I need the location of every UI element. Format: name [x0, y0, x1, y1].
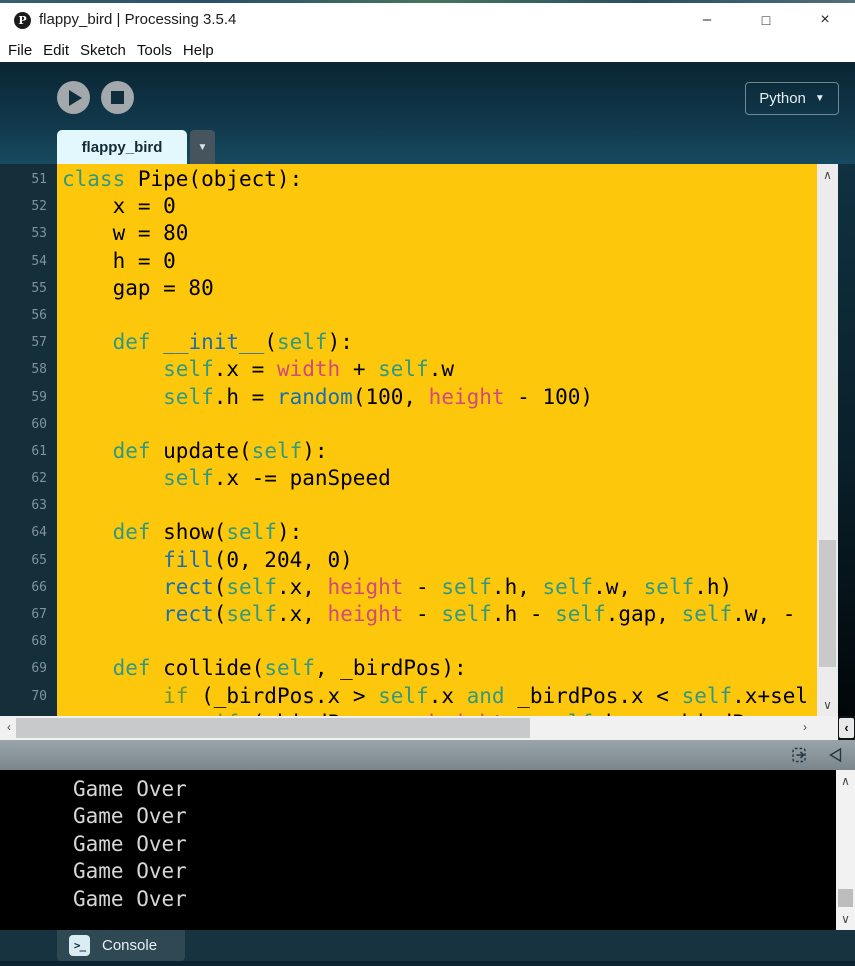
console-tab-bar: >_ Console: [0, 930, 855, 961]
editor-horizontal-scrollbar[interactable]: ‹ ›: [0, 716, 838, 740]
line-number: 59: [0, 384, 47, 411]
code-line: [62, 492, 817, 519]
scroll-down-icon[interactable]: ∨: [836, 912, 855, 926]
stop-icon: [111, 91, 124, 104]
code-line: x = 0: [62, 193, 817, 220]
mode-selector-button[interactable]: Python ▼: [745, 82, 839, 115]
line-number: 62: [0, 465, 47, 492]
close-button[interactable]: ×: [814, 9, 836, 31]
code-line: self.x -= panSpeed: [62, 465, 817, 492]
code-line: self.x = width + self.w: [62, 356, 817, 383]
run-button[interactable]: [57, 81, 90, 114]
line-number: 60: [0, 411, 47, 438]
collapse-console-icon[interactable]: [826, 745, 846, 765]
console-text: Game OverGame OverGame OverGame OverGame…: [0, 776, 187, 913]
mode-label: Python: [759, 90, 806, 107]
console-line: Game Over: [73, 803, 187, 830]
line-number: 68: [0, 628, 47, 655]
editor-status-strip: [0, 740, 855, 770]
window-title: flappy_bird | Processing 3.5.4: [39, 11, 236, 28]
play-icon: [69, 90, 82, 106]
line-number: 63: [0, 492, 47, 519]
code-line: [62, 628, 817, 655]
code-line: w = 80: [62, 220, 817, 247]
maximize-button[interactable]: □: [755, 9, 777, 31]
code-line: rect(self.x, height - self.h - self.gap,…: [62, 601, 817, 628]
line-number: 56: [0, 302, 47, 329]
scrollbar-corner: ‹: [838, 716, 855, 740]
line-number: 65: [0, 547, 47, 574]
line-number-gutter: 5152535455565758596061626364656667686970…: [0, 164, 57, 716]
code-line: def __init__(self):: [62, 329, 817, 356]
code-line: h = 0: [62, 248, 817, 275]
line-number: 66: [0, 574, 47, 601]
menu-help[interactable]: Help: [183, 42, 214, 59]
scroll-up-icon[interactable]: ∧: [817, 168, 838, 182]
code-line: class Pipe(object):: [62, 166, 817, 193]
line-number: 55: [0, 275, 47, 302]
debug-icon[interactable]: [790, 745, 810, 765]
tab-console[interactable]: >_ Console: [57, 930, 185, 961]
scroll-down-icon[interactable]: ∨: [817, 698, 838, 712]
code-line: self.h = random(100, height - 100): [62, 384, 817, 411]
code-line: def collide(self, _birdPos):: [62, 655, 817, 682]
line-number: 61: [0, 438, 47, 465]
console-output: Game OverGame OverGame OverGame OverGame…: [0, 770, 855, 930]
line-number: 70: [0, 683, 47, 710]
scroll-right-icon[interactable]: ›: [798, 720, 812, 734]
minimize-button[interactable]: –: [696, 9, 718, 31]
scroll-left-icon[interactable]: ‹: [2, 720, 16, 734]
editor-vertical-scrollbar[interactable]: ∧ ∨: [817, 164, 838, 716]
code-line: fill(0, 204, 0): [62, 547, 817, 574]
chevron-down-icon: ▼: [815, 93, 825, 104]
line-number: 58: [0, 356, 47, 383]
editor-right-margin: [838, 164, 855, 716]
console-line: Game Over: [73, 886, 187, 913]
code-editor: 5152535455565758596061626364656667686970…: [0, 164, 855, 716]
line-number: 69: [0, 655, 47, 682]
code-line: [62, 411, 817, 438]
title-bar: P flappy_bird | Processing 3.5.4 – □ ×: [0, 3, 855, 38]
tab-flappy-bird[interactable]: flappy_bird: [57, 130, 187, 164]
vertical-scrollbar-thumb[interactable]: [819, 540, 836, 667]
console-line: Game Over: [73, 776, 187, 803]
menu-edit[interactable]: Edit: [43, 42, 69, 59]
chevron-down-icon: ▼: [198, 142, 208, 153]
code-line: [62, 302, 817, 329]
menu-sketch[interactable]: Sketch: [80, 42, 126, 59]
line-number: 57: [0, 329, 47, 356]
console-line: Game Over: [73, 858, 187, 885]
code-line: rect(self.x, height - self.h, self.w, se…: [62, 574, 817, 601]
processing-logo-icon: P: [14, 12, 31, 29]
menu-tools[interactable]: Tools: [137, 42, 172, 59]
line-number: 52: [0, 193, 47, 220]
menu-file[interactable]: File: [8, 42, 32, 59]
line-number: 64: [0, 519, 47, 546]
toolbar: Python ▼ flappy_bird ▼: [0, 62, 855, 164]
code-line: gap = 80: [62, 275, 817, 302]
code-line: if (_birdPos.x > self.x and _birdPos.x <…: [62, 683, 817, 710]
line-number: 54: [0, 248, 47, 275]
scroll-up-icon[interactable]: ∧: [836, 774, 855, 788]
line-number: 67: [0, 601, 47, 628]
code-line: def show(self):: [62, 519, 817, 546]
console-scrollbar-thumb[interactable]: [838, 889, 853, 907]
window-bottom-edge: [0, 961, 855, 966]
processing-ide-window: P flappy_bird | Processing 3.5.4 – □ × F…: [0, 0, 855, 966]
stop-button[interactable]: [101, 81, 134, 114]
code-line: def update(self):: [62, 438, 817, 465]
code-area[interactable]: class Pipe(object): x = 0 w = 80 h = 0 g…: [57, 164, 817, 716]
tab-dropdown-button[interactable]: ▼: [190, 130, 215, 164]
menu-bar: File Edit Sketch Tools Help: [0, 38, 855, 62]
terminal-icon: >_: [69, 935, 90, 956]
line-number: 53: [0, 220, 47, 247]
console-line: Game Over: [73, 831, 187, 858]
line-number: 51: [0, 166, 47, 193]
horizontal-scrollbar-thumb[interactable]: [16, 718, 530, 738]
console-scrollbar[interactable]: ∧ ∨: [836, 770, 855, 930]
console-tab-label: Console: [102, 937, 157, 954]
chevron-left-icon[interactable]: ‹: [839, 718, 854, 738]
